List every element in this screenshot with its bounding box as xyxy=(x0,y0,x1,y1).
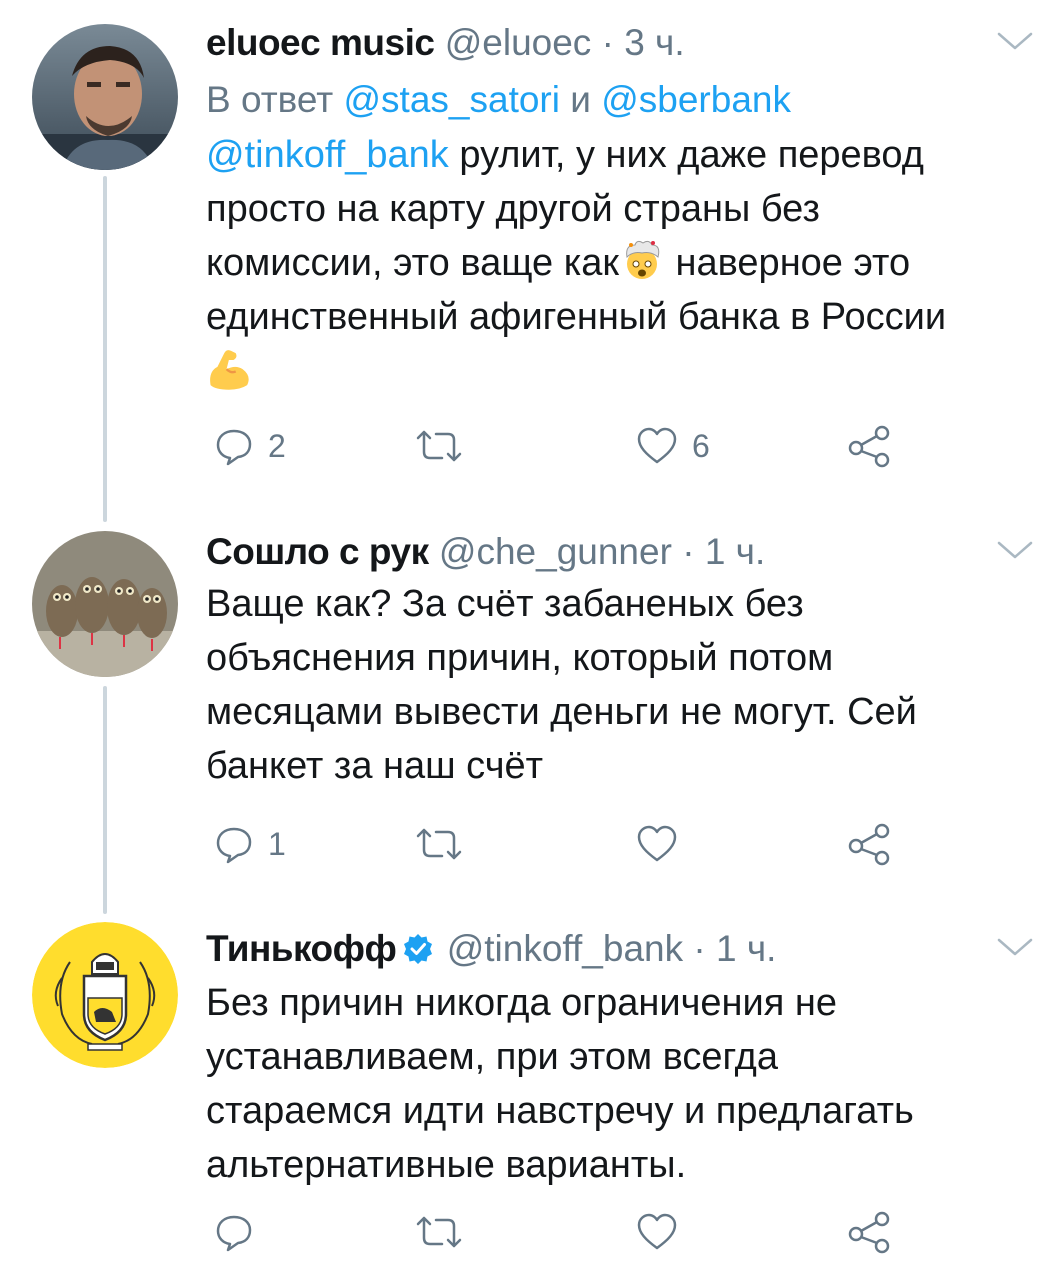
separator: · xyxy=(693,928,706,969)
mention-link[interactable]: @sberbank xyxy=(601,79,791,120)
text-line: рулит, у них даже перевод xyxy=(448,134,924,176)
timestamp[interactable]: 1 ч. xyxy=(705,531,765,572)
reply-count: 1 xyxy=(268,825,286,862)
reply-icon xyxy=(216,1215,252,1252)
like-count: 6 xyxy=(692,427,710,464)
text-line: стараемся идти навстречу и предлагать xyxy=(206,1090,914,1132)
reply-icon xyxy=(216,429,252,466)
tweet-actions xyxy=(206,1207,906,1257)
separator: · xyxy=(682,531,695,572)
reply-button[interactable] xyxy=(214,1207,254,1257)
reply-and: и xyxy=(570,79,591,120)
tweet[interactable]: Тинькофф @tinkoff_bank · 1 ч. Без причин… xyxy=(0,910,1059,1280)
like-button[interactable]: 6 xyxy=(636,421,710,471)
text-line: месяцами вывести деньги не могут. Сей xyxy=(206,691,917,733)
retweet-button[interactable] xyxy=(414,1207,464,1257)
reply-context: В ответ @stas_satori и @sberbank xyxy=(206,74,1035,126)
retweet-icon xyxy=(416,430,462,462)
text-line: объяснения причин, который потом xyxy=(206,637,834,679)
chevron-down-icon[interactable] xyxy=(995,537,1035,563)
timestamp[interactable]: 1 ч. xyxy=(716,928,776,969)
exploding-head-emoji xyxy=(626,240,660,279)
tweet-header: Тинькофф @tinkoff_bank · 1 ч. xyxy=(206,926,1035,972)
text-line: альтернативные варианты. xyxy=(206,1144,687,1186)
text-line: банкет за наш счёт xyxy=(206,745,544,787)
tweet-actions: 2 6 xyxy=(206,421,906,471)
mention-link[interactable]: @stas_satori xyxy=(344,79,560,120)
timestamp[interactable]: 3 ч. xyxy=(624,22,684,63)
text-line: просто на карту другой страны без xyxy=(206,188,820,230)
like-icon xyxy=(637,427,677,464)
user-handle[interactable]: @che_gunner xyxy=(439,531,672,572)
text-line: единственный афигенный банка в России xyxy=(206,296,947,338)
tweet[interactable]: Сошло с рук @che_gunner · 1 ч. Ваще как?… xyxy=(0,515,1059,905)
user-avatar[interactable] xyxy=(32,24,178,170)
like-button[interactable] xyxy=(636,1207,678,1257)
share-button[interactable] xyxy=(846,1207,892,1257)
tweet-actions: 1 xyxy=(206,819,906,869)
reply-prefix: В ответ xyxy=(206,79,334,120)
like-icon xyxy=(637,1213,677,1250)
retweet-icon xyxy=(416,828,462,860)
display-name[interactable]: Тинькофф xyxy=(206,928,397,969)
user-avatar[interactable] xyxy=(32,922,178,1068)
like-icon xyxy=(637,825,677,862)
tweet-text: Ваще как? За счёт забаненых без объяснен… xyxy=(206,577,1035,793)
user-avatar[interactable] xyxy=(32,531,178,677)
display-name[interactable]: eluoec music xyxy=(206,22,435,63)
mention-link[interactable]: @tinkoff_bank xyxy=(206,134,449,176)
display-name[interactable]: Сошло с рук xyxy=(206,531,429,572)
tweet-header: Сошло с рук @che_gunner · 1 ч. xyxy=(206,529,1035,575)
text-line: Ваще как? За счёт забаненых без xyxy=(206,583,804,625)
user-handle[interactable]: @eluoec xyxy=(445,22,592,63)
retweet-button[interactable] xyxy=(414,819,464,869)
reply-icon xyxy=(216,827,252,864)
retweet-button[interactable] xyxy=(414,421,464,471)
tweet[interactable]: eluoec music @eluoec · 3 ч. В ответ @sta… xyxy=(0,0,1059,500)
separator: · xyxy=(601,22,614,63)
share-button[interactable] xyxy=(846,421,892,471)
text-line: комиссии, это ваще как xyxy=(206,242,619,284)
tweet-header: eluoec music @eluoec · 3 ч. xyxy=(206,20,1035,66)
share-icon xyxy=(848,1211,890,1254)
like-button[interactable] xyxy=(636,819,678,869)
retweet-icon xyxy=(416,1216,462,1248)
flexed-biceps-emoji xyxy=(210,350,249,390)
tweet-text: @tinkoff_bank рулит, у них даже перевод … xyxy=(206,128,1035,401)
reply-button[interactable]: 1 xyxy=(214,819,286,869)
reply-button[interactable]: 2 xyxy=(214,421,286,471)
verified-badge-icon xyxy=(404,934,433,964)
share-icon xyxy=(848,425,890,468)
chevron-down-icon[interactable] xyxy=(995,28,1035,54)
text-line: устанавливаем, при этом всегда xyxy=(206,1036,778,1078)
user-handle[interactable]: @tinkoff_bank xyxy=(447,928,683,969)
text-line: Без причин никогда ограничения не xyxy=(206,982,838,1024)
tweet-text: Без причин никогда ограничения не устана… xyxy=(206,976,1035,1192)
reply-count: 2 xyxy=(268,427,286,464)
chevron-down-icon[interactable] xyxy=(995,934,1035,960)
share-icon xyxy=(848,823,890,866)
text-line: наверное это xyxy=(664,242,911,284)
share-button[interactable] xyxy=(846,819,892,869)
